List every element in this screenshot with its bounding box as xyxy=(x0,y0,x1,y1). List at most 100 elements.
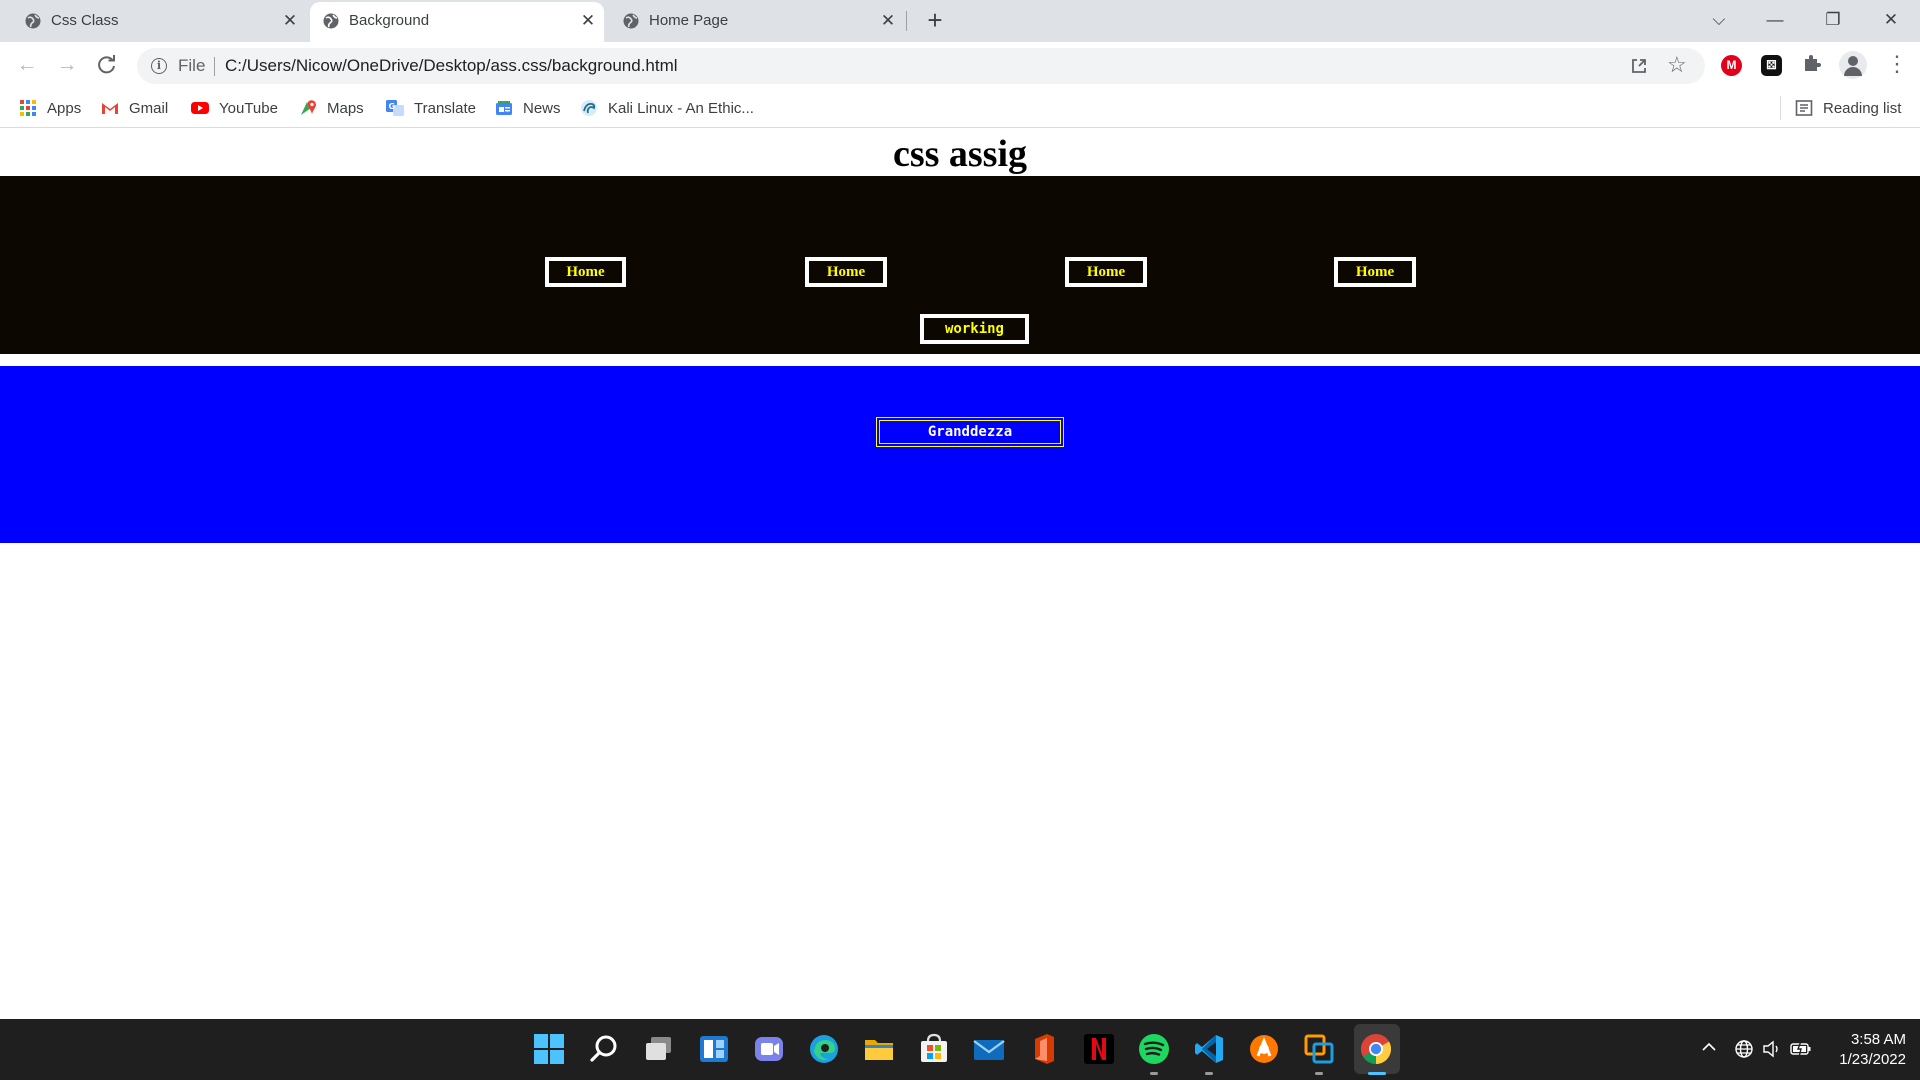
tab-css-class[interactable]: Css Class ✕ xyxy=(12,0,306,42)
tab-background[interactable]: Background ✕ xyxy=(310,2,604,42)
close-tab-icon[interactable]: ✕ xyxy=(878,11,898,31)
running-indicator xyxy=(1205,1072,1213,1075)
page-title: css assig xyxy=(892,133,1028,175)
granddezza-button[interactable]: Granddezza xyxy=(876,417,1064,447)
running-indicator xyxy=(1315,1072,1323,1075)
site-info-icon[interactable]: i xyxy=(151,58,167,74)
bookmarks-bar: Apps Gmail YouTube Maps G Translate News… xyxy=(0,88,1920,128)
svg-text:G: G xyxy=(389,102,396,111)
address-bar[interactable]: i File C:/Users/Nicow/OneDrive/Desktop/a… xyxy=(137,48,1705,84)
nav-band: Home Home Home Home working xyxy=(0,176,1920,354)
vmware-icon[interactable] xyxy=(1302,1032,1336,1066)
extensions-puzzle-icon[interactable] xyxy=(1800,52,1824,76)
bookmark-label: YouTube xyxy=(219,99,278,117)
profile-avatar-icon[interactable] xyxy=(1839,51,1867,79)
running-indicator-active xyxy=(1368,1072,1386,1075)
office-icon[interactable] xyxy=(1027,1032,1061,1066)
bookmark-apps[interactable]: Apps xyxy=(19,96,81,120)
browser-toolbar: ← → i File C:/Users/Nicow/OneDrive/Deskt… xyxy=(0,42,1920,88)
nav-link-home[interactable]: Home xyxy=(805,257,887,287)
task-view-icon[interactable] xyxy=(642,1032,676,1066)
nav-link-home[interactable]: Home xyxy=(1065,257,1147,287)
bookmark-star-icon[interactable]: ☆ xyxy=(1667,53,1687,77)
search-icon[interactable] xyxy=(587,1032,621,1066)
running-indicator xyxy=(1150,1072,1158,1075)
bookmark-translate[interactable]: G Translate xyxy=(386,96,476,120)
translate-icon: G xyxy=(386,100,404,116)
forward-button[interactable]: → xyxy=(54,52,80,78)
bookmark-youtube[interactable]: YouTube xyxy=(191,96,278,120)
blue-band: Granddezza xyxy=(0,366,1920,543)
tab-strip: Css Class ✕ Background ✕ Home Page ✕ + ⌵… xyxy=(0,0,1920,42)
bookmark-label: News xyxy=(523,99,561,117)
battery-icon[interactable] xyxy=(1790,1039,1812,1064)
nav-link-home[interactable]: Home xyxy=(1334,257,1416,287)
spotify-icon[interactable] xyxy=(1137,1032,1171,1066)
globe-icon xyxy=(25,13,41,29)
news-icon xyxy=(496,101,512,115)
close-window-button[interactable]: ✕ xyxy=(1876,6,1906,34)
reading-list-label: Reading list xyxy=(1823,99,1902,117)
reload-icon xyxy=(98,55,115,74)
close-tab-icon[interactable]: ✕ xyxy=(578,11,598,31)
teams-chat-icon[interactable] xyxy=(752,1032,786,1066)
bookmark-kali-linux[interactable]: Kali Linux - An Ethic... xyxy=(580,96,754,120)
close-tab-icon[interactable]: ✕ xyxy=(280,11,300,31)
share-icon[interactable] xyxy=(1629,56,1649,76)
taskbar-clock[interactable]: 3:58 AM 1/23/2022 xyxy=(1820,1030,1906,1070)
dice-extension-icon[interactable]: ⚄ xyxy=(1761,55,1782,76)
globe-icon xyxy=(323,13,339,29)
widgets-icon[interactable] xyxy=(697,1032,731,1066)
reading-list-icon xyxy=(1795,100,1813,116)
nav-link-home[interactable]: Home xyxy=(545,257,626,287)
network-globe-icon[interactable] xyxy=(1734,1039,1754,1064)
maps-pin-icon xyxy=(301,100,316,115)
chrome-menu-icon[interactable]: ⋮ xyxy=(1886,50,1908,78)
bookmark-label: Gmail xyxy=(129,99,169,117)
new-tab-button[interactable]: + xyxy=(922,7,948,34)
gmail-icon xyxy=(102,103,118,114)
tab-search-icon[interactable]: ⌵ xyxy=(1704,6,1734,34)
volume-icon[interactable] xyxy=(1762,1039,1782,1064)
clock-time: 3:58 AM xyxy=(1850,1031,1906,1048)
back-button[interactable]: ← xyxy=(14,52,40,78)
reading-list-separator xyxy=(1780,96,1781,120)
tab-title: Home Page xyxy=(649,12,729,29)
file-explorer-icon[interactable] xyxy=(862,1032,896,1066)
reading-list-button[interactable]: Reading list xyxy=(1795,96,1901,120)
clock-date: 1/23/2022 xyxy=(1839,1051,1906,1068)
youtube-icon xyxy=(191,102,209,114)
microsoft-store-icon[interactable] xyxy=(917,1032,951,1066)
tab-separator xyxy=(906,11,907,31)
edge-icon[interactable] xyxy=(807,1032,841,1066)
bookmark-label: Maps xyxy=(327,99,364,117)
tab-title: Css Class xyxy=(51,12,119,29)
minimize-button[interactable]: — xyxy=(1760,6,1790,34)
bookmark-maps[interactable]: Maps xyxy=(299,96,364,120)
netflix-icon[interactable] xyxy=(1082,1032,1116,1066)
globe-icon xyxy=(623,13,639,29)
page-content: css assig Home Home Home Home working Gr… xyxy=(0,129,1920,1019)
avast-icon[interactable] xyxy=(1247,1032,1281,1066)
tab-title: Background xyxy=(349,12,430,29)
start-icon[interactable] xyxy=(532,1032,566,1066)
scheme-label: File xyxy=(178,56,206,75)
bookmark-gmail[interactable]: Gmail xyxy=(101,96,168,120)
tray-overflow-chevron-icon[interactable] xyxy=(1701,1039,1717,1060)
address-separator xyxy=(214,57,215,76)
mail-icon[interactable] xyxy=(972,1032,1006,1066)
chrome-icon[interactable] xyxy=(1359,1032,1393,1066)
apps-grid-icon xyxy=(20,100,36,116)
url-text[interactable]: C:/Users/Nicow/OneDrive/Desktop/ass.css/… xyxy=(225,56,678,76)
bookmark-label: Kali Linux - An Ethic... xyxy=(608,99,754,117)
reload-button[interactable] xyxy=(94,52,120,78)
mega-extension-icon[interactable]: M xyxy=(1721,55,1742,76)
bookmark-label: Translate xyxy=(414,99,476,117)
tab-home-page[interactable]: Home Page ✕ xyxy=(610,0,904,42)
maximize-button[interactable]: ❐ xyxy=(1818,6,1848,34)
vs-code-icon[interactable] xyxy=(1192,1032,1226,1066)
bookmark-label: Apps xyxy=(47,99,82,117)
windows-taskbar: 3:58 AM 1/23/2022 xyxy=(0,1019,1920,1080)
working-link[interactable]: working xyxy=(920,314,1029,344)
bookmark-news[interactable]: News xyxy=(495,96,561,120)
